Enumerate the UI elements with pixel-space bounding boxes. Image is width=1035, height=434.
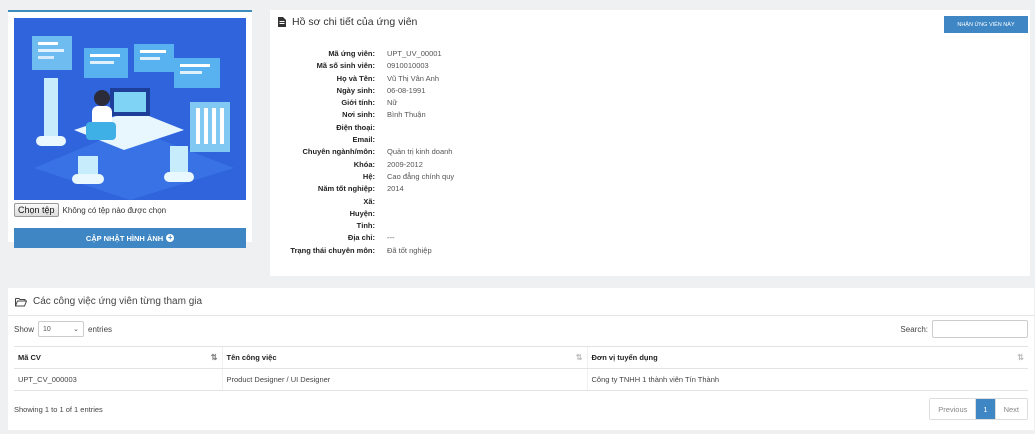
profile-info-label: Khóa:: [353, 159, 375, 169]
profile-info-label: Mã số sinh viên:: [316, 61, 375, 71]
profile-info-value: 2014: [387, 184, 404, 194]
search-input[interactable]: [932, 320, 1028, 338]
profile-info-label: Họ và Tên:: [336, 73, 375, 83]
table-header-row: Mã CV ⇅ Tên công việc ⇅ Đơn vị tuyển dụn…: [14, 346, 1028, 369]
file-status-text: Không có tệp nào được chọn: [62, 205, 167, 215]
profile-info-label: Năm tốt nghiệp:: [317, 184, 375, 194]
profile-info-value: Cao đẳng chính quy: [387, 171, 455, 181]
profile-info-label: Địa chỉ:: [347, 233, 375, 243]
profile-info-row: Địa chỉ: ---: [270, 232, 670, 244]
profile-info-label: Ngày sinh:: [336, 85, 375, 95]
profile-info-row: Năm tốt nghiệp: 2014: [270, 183, 670, 195]
profile-info-row: Email:: [270, 134, 670, 146]
table-cell: Product Designer / UI Designer: [221, 368, 587, 391]
profile-info-row: Nơi sinh: Bình Thuận: [270, 109, 670, 121]
profile-info-row: Mã số sinh viên: 0910010003: [270, 60, 670, 72]
sort-icon: ⇅: [210, 353, 218, 362]
table-cell: Công ty TNHH 1 thành viên Tín Thành: [586, 368, 1028, 391]
folder-open-icon: [15, 297, 27, 306]
table-row[interactable]: UPT_CV_000003 Product Designer / UI Desi…: [14, 368, 1028, 391]
sort-icon: ⇅: [575, 353, 583, 362]
candidate-photo: [14, 18, 246, 200]
file-upload-row: Chọn tệp Không có tệp nào được chọn: [14, 203, 166, 217]
profile-info-row: Tỉnh:: [270, 220, 670, 232]
profile-info-value: UPT_UV_00001: [387, 49, 442, 58]
profile-info-label: Email:: [352, 135, 375, 145]
profile-panel: Hồ sơ chi tiết của ứng viên NHẬN ỨNG VIÊ…: [270, 10, 1030, 276]
column-header-label: Đơn vị tuyển dụng: [591, 353, 658, 362]
profile-info-row: Ngày sinh: 06-08-1991: [270, 85, 670, 97]
entries-value: 10: [43, 325, 51, 333]
column-header-label: Tên công việc: [226, 353, 277, 362]
profile-info-row: Xã:: [270, 196, 670, 208]
profile-info-value: ---: [387, 233, 395, 243]
page-1-button[interactable]: 1: [975, 399, 995, 419]
pagination: Previous 1 Next: [929, 398, 1028, 420]
tech-illustration: [14, 18, 246, 200]
jobs-header: Các công việc ứng viên từng tham gia: [15, 296, 202, 307]
profile-info-row: Họ và Tên: Vũ Thị Vân Anh: [270, 73, 670, 85]
file-icon: [278, 17, 286, 27]
profile-info-row: Huyện:: [270, 208, 670, 220]
plus-circle-icon: +: [166, 233, 175, 242]
profile-info-row: Điện thoại:: [270, 122, 670, 134]
profile-info-value: 2009-2012: [387, 159, 423, 169]
profile-info-value: Bình Thuận: [387, 110, 426, 120]
profile-title: Hồ sơ chi tiết của ứng viên: [292, 16, 418, 28]
profile-info-label: Giới tính:: [341, 98, 375, 108]
entries-length-control: Show 10 ⌄ entries: [14, 320, 112, 338]
profile-info-row: Khóa: 2009-2012: [270, 159, 670, 171]
profile-info-row: Mã ứng viên: UPT_UV_00001: [270, 48, 670, 60]
profile-info-value: 0910010003: [387, 61, 429, 71]
profile-header: Hồ sơ chi tiết của ứng viên: [277, 16, 417, 28]
profile-info-value: 06-08-1991: [387, 85, 426, 95]
chevron-down-icon: ⌄: [73, 326, 80, 333]
profile-info-row: Giới tính: Nữ: [270, 97, 670, 109]
sort-icon: ⇅: [1017, 353, 1024, 362]
profile-info-row: Hệ: Cao đẳng chính quy: [270, 171, 670, 183]
next-page-button[interactable]: Next: [994, 399, 1027, 419]
profile-info-label: Trạng thái chuyên môn:: [290, 245, 375, 255]
profile-info-value: Quản trị kinh doanh: [387, 147, 453, 157]
profile-info-label: Hệ:: [362, 171, 375, 181]
entries-label: entries: [88, 324, 113, 334]
choose-file-button[interactable]: Chọn tệp: [14, 203, 59, 217]
column-header-employer[interactable]: Đơn vị tuyển dụng ⇅: [586, 346, 1028, 369]
previous-page-button[interactable]: Previous: [930, 399, 976, 419]
profile-info-label: Tỉnh:: [356, 221, 375, 231]
show-label: Show: [14, 324, 35, 334]
jobs-table: Mã CV ⇅ Tên công việc ⇅ Đơn vị tuyển dụn…: [14, 346, 1028, 391]
profile-info-label: Xã:: [363, 196, 375, 206]
column-header-job-code[interactable]: Mã CV ⇅: [14, 346, 222, 369]
profile-info-label: Mã ứng viên:: [328, 49, 375, 58]
divider: [8, 315, 1034, 316]
profile-info-value: Đã tốt nghiệp: [387, 245, 432, 255]
update-photo-label: CẬP NHẬT HÌNH ẢNH: [85, 233, 164, 243]
profile-info-row: Chuyên ngành/môn: Quản trị kinh doanh: [270, 146, 670, 158]
profile-info-label: Chuyên ngành/môn:: [302, 147, 376, 157]
profile-info-value: Nữ: [387, 98, 398, 108]
column-header-job-title[interactable]: Tên công việc ⇅: [221, 346, 587, 369]
search-label: Search:: [900, 324, 928, 334]
table-cell: UPT_CV_000003: [14, 368, 222, 391]
table-search: Search:: [900, 320, 1028, 338]
photo-panel: Chọn tệp Không có tệp nào được chọn CẬP …: [8, 10, 252, 248]
jobs-panel: Các công việc ứng viên từng tham gia Sho…: [8, 288, 1034, 430]
accept-candidate-button[interactable]: NHẬN ỨNG VIÊN NÀY: [944, 16, 1028, 33]
update-photo-button[interactable]: CẬP NHẬT HÌNH ẢNH +: [14, 228, 246, 248]
entries-select[interactable]: 10 ⌄: [38, 321, 85, 337]
jobs-title: Các công việc ứng viên từng tham gia: [33, 296, 203, 307]
profile-info-label: Huyện:: [349, 208, 375, 218]
profile-info-list: Mã ứng viên: UPT_UV_00001 Mã số sinh viên:…: [270, 48, 670, 257]
profile-info-row: Trạng thái chuyên môn: Đã tốt nghiệp: [270, 245, 670, 257]
profile-info-label: Điện thoại:: [336, 122, 375, 132]
profile-info-label: Nơi sinh:: [342, 110, 375, 120]
profile-info-value: Vũ Thị Vân Anh: [387, 73, 439, 83]
column-header-label: Mã CV: [18, 353, 41, 362]
table-info: Showing 1 to 1 of 1 entries: [14, 405, 103, 414]
